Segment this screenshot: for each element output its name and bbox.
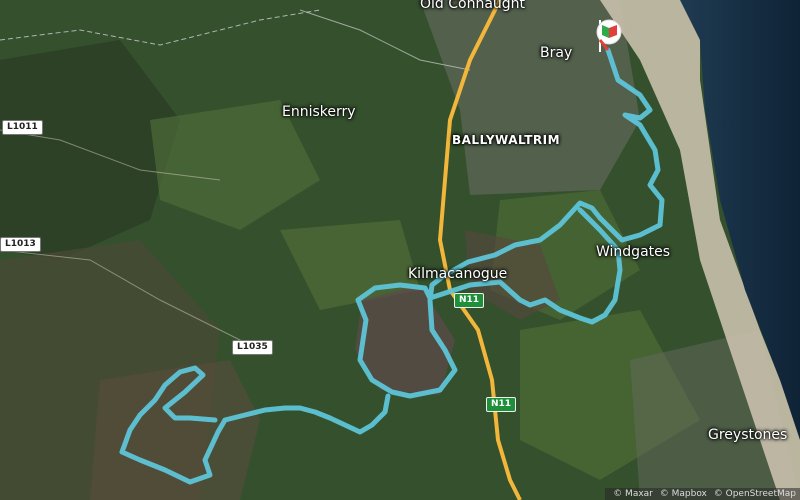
road-label-l1035: L1035 xyxy=(232,340,273,355)
attribution-mapbox[interactable]: © Mapbox xyxy=(660,489,707,499)
road-label-n11-lower: N11 xyxy=(486,397,517,412)
place-kilmacanogue: Kilmacanogue xyxy=(408,266,508,282)
place-ballywaltrim: BALLYWALTRIM xyxy=(452,133,561,147)
place-greystones: Greystones xyxy=(708,427,788,443)
map-view[interactable]: Old Connaught Bray Enniskerry BALLYWALTR… xyxy=(0,0,800,500)
place-windgates: Windgates xyxy=(596,244,671,260)
road-label-l1013: L1013 xyxy=(0,237,41,252)
map-attribution[interactable]: © Maxar © Mapbox © OpenStreetMap xyxy=(605,488,800,500)
attribution-maxar[interactable]: © Maxar xyxy=(613,489,653,499)
start-flag-icon[interactable] xyxy=(596,16,622,54)
attribution-osm[interactable]: © OpenStreetMap xyxy=(714,489,796,499)
route-overlay xyxy=(119,47,665,485)
road-label-l1011: L1011 xyxy=(2,120,43,135)
route-line[interactable] xyxy=(119,47,665,485)
place-old-connaught: Old Connaught xyxy=(420,0,526,12)
place-enniskerry: Enniskerry xyxy=(282,104,356,120)
road-label-n11-upper: N11 xyxy=(454,293,485,308)
place-bray: Bray xyxy=(540,45,573,61)
